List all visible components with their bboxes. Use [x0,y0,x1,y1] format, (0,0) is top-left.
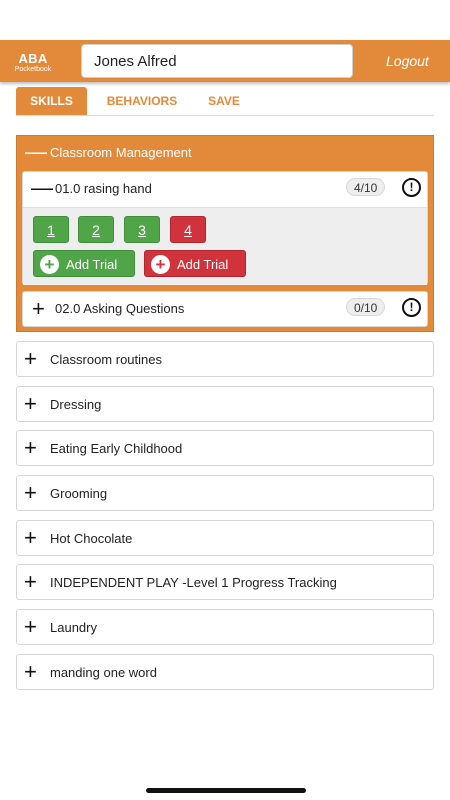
plus-icon[interactable]: + [24,571,37,593]
home-indicator [146,788,306,793]
add-correct-trial-button[interactable]: + Add Trial [33,250,135,277]
minus-icon[interactable]: — [25,141,47,163]
logo-subtitle: Pocketbook [14,66,52,73]
skill-title: 01.0 rasing hand [55,181,152,196]
skill-card-asking-questions[interactable]: + 02.0 Asking Questions 0/10 ! [22,291,428,327]
skill-title: 02.0 Asking Questions [55,301,185,316]
alert-circle-icon[interactable]: ! [402,178,421,197]
trial-count-badge: 0/10 [346,298,386,316]
category-label: Grooming [50,486,108,501]
category-row[interactable]: + manding one word [16,654,434,690]
logout-link[interactable]: Logout [386,53,429,69]
minus-icon[interactable]: — [31,177,53,199]
category-classroom-management: — Classroom Management — 01.0 rasing han… [16,135,434,332]
category-row[interactable]: + Classroom routines [16,341,434,377]
trial-area: 1 2 3 4 + Add Trial + Add Trial [23,207,427,285]
plus-icon[interactable]: + [24,393,37,415]
category-label: Dressing [50,397,102,412]
category-label: Classroom routines [50,352,162,367]
category-label: Hot Chocolate [50,531,133,546]
trial-button-1[interactable]: 1 [33,216,69,243]
plus-icon[interactable]: + [24,437,37,459]
add-circle-icon: + [151,255,170,274]
logo-title: ABA [18,51,48,66]
app-logo: ABA Pocketbook [8,52,58,74]
trial-count-badge: 4/10 [346,178,386,196]
plus-icon[interactable]: + [32,298,45,320]
plus-icon[interactable]: + [24,616,37,638]
add-trial-label: Add Trial [66,257,118,272]
tab-behaviors[interactable]: BEHAVIORS [96,87,188,115]
trial-button-3[interactable]: 3 [124,216,160,243]
skill-header[interactable]: + 02.0 Asking Questions 0/10 ! [23,292,427,327]
tab-save[interactable]: SAVE [200,87,248,115]
add-circle-icon: + [40,255,59,274]
client-name-field[interactable] [81,44,353,78]
category-row[interactable]: + Hot Chocolate [16,520,434,556]
category-label: Eating Early Childhood [50,441,183,456]
category-title: Classroom Management [50,145,192,160]
category-label: INDEPENDENT PLAY -Level 1 Progress Track… [50,575,337,590]
tab-skills[interactable]: SKILLS [16,87,87,115]
skill-card-raising-hand: — 01.0 rasing hand 4/10 ! 1 2 3 4 + Add … [22,171,428,285]
category-row[interactable]: + Laundry [16,609,434,645]
skill-header[interactable]: — 01.0 rasing hand 4/10 ! [23,172,427,207]
plus-icon[interactable]: + [24,482,37,504]
category-row[interactable]: + Eating Early Childhood [16,430,434,466]
trial-button-4[interactable]: 4 [170,216,206,243]
category-row[interactable]: + Dressing [16,386,434,422]
category-row[interactable]: + INDEPENDENT PLAY -Level 1 Progress Tra… [16,564,434,600]
add-incorrect-trial-button[interactable]: + Add Trial [144,250,246,277]
top-bar: ABA Pocketbook Logout [0,40,450,82]
tab-bar: SKILLS BEHAVIORS SAVE [16,87,434,116]
add-trial-label: Add Trial [177,257,229,272]
category-label: Laundry [50,620,97,635]
plus-icon[interactable]: + [24,527,37,549]
alert-circle-icon[interactable]: ! [402,298,421,317]
plus-icon[interactable]: + [24,661,37,683]
category-label: manding one word [50,665,157,680]
plus-icon[interactable]: + [24,348,37,370]
category-row[interactable]: + Grooming [16,475,434,511]
trial-button-2[interactable]: 2 [78,216,114,243]
category-header[interactable]: — Classroom Management [17,136,433,170]
